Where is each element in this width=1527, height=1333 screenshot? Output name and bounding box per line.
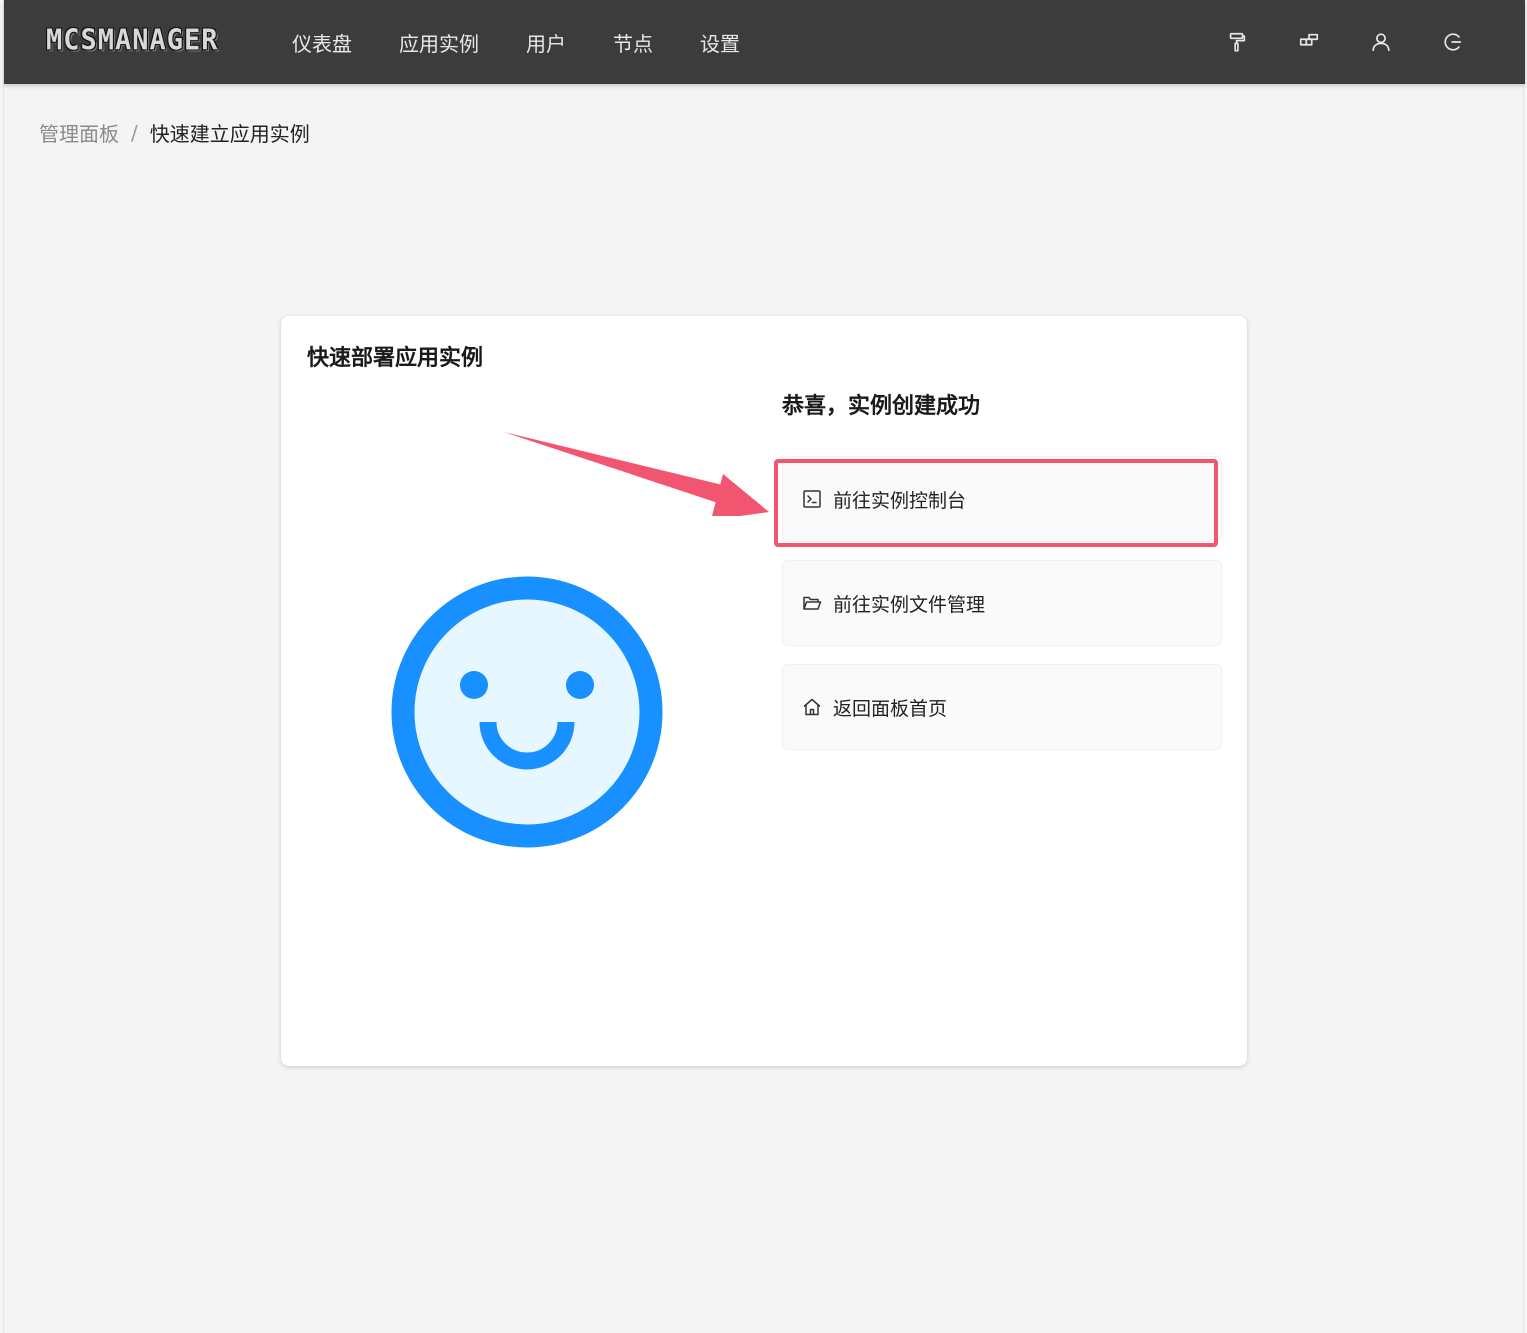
logout-icon[interactable] — [1441, 30, 1465, 54]
go-to-console-label: 前往实例控制台 — [833, 489, 967, 512]
nav-item-settings[interactable]: 设置 — [700, 28, 740, 57]
deploy-card: 快速部署应用实例 恭喜，实例创建成功 前往实例控制台 前往实例文件管理 返回面板… — [281, 316, 1247, 1066]
nav-item-dashboard[interactable]: 仪表盘 — [292, 28, 352, 57]
paint-roller-icon[interactable] — [1225, 30, 1249, 54]
user-icon[interactable] — [1369, 30, 1393, 54]
breadcrumb-separator: / — [131, 120, 138, 145]
back-to-home-label: 返回面板首页 — [833, 697, 948, 720]
top-navbar: MCSMANAGER 仪表盘 应用实例 用户 节点 设置 — [4, 0, 1525, 84]
nav-item-instances[interactable]: 应用实例 — [399, 28, 479, 57]
main-nav: 仪表盘 应用实例 用户 节点 设置 — [292, 0, 787, 84]
folder-open-icon — [801, 592, 823, 614]
card-title: 快速部署应用实例 — [307, 346, 484, 371]
nav-item-users[interactable]: 用户 — [526, 28, 566, 57]
app-logo[interactable]: MCSMANAGER — [42, 24, 223, 57]
nav-item-nodes[interactable]: 节点 — [613, 28, 653, 57]
go-to-files-button[interactable]: 前往实例文件管理 — [782, 560, 1222, 646]
annotation-arrow-icon — [504, 432, 769, 516]
terminal-icon — [801, 488, 823, 510]
go-to-console-button[interactable]: 前往实例控制台 — [782, 456, 1222, 542]
top-icon-group — [1177, 0, 1465, 84]
breadcrumb: 管理面板 / 快速建立应用实例 — [39, 118, 310, 147]
breadcrumb-root[interactable]: 管理面板 — [39, 118, 119, 147]
home-icon — [801, 696, 823, 718]
page: MCSMANAGER 仪表盘 应用实例 用户 节点 设置 管理面板 / 快速建立… — [3, 0, 1525, 1333]
smiley-face-icon — [391, 576, 663, 848]
layout-icon[interactable] — [1297, 30, 1321, 54]
back-to-home-button[interactable]: 返回面板首页 — [782, 664, 1222, 750]
go-to-files-label: 前往实例文件管理 — [833, 593, 986, 616]
success-title: 恭喜，实例创建成功 — [782, 394, 981, 419]
breadcrumb-current: 快速建立应用实例 — [149, 122, 310, 146]
